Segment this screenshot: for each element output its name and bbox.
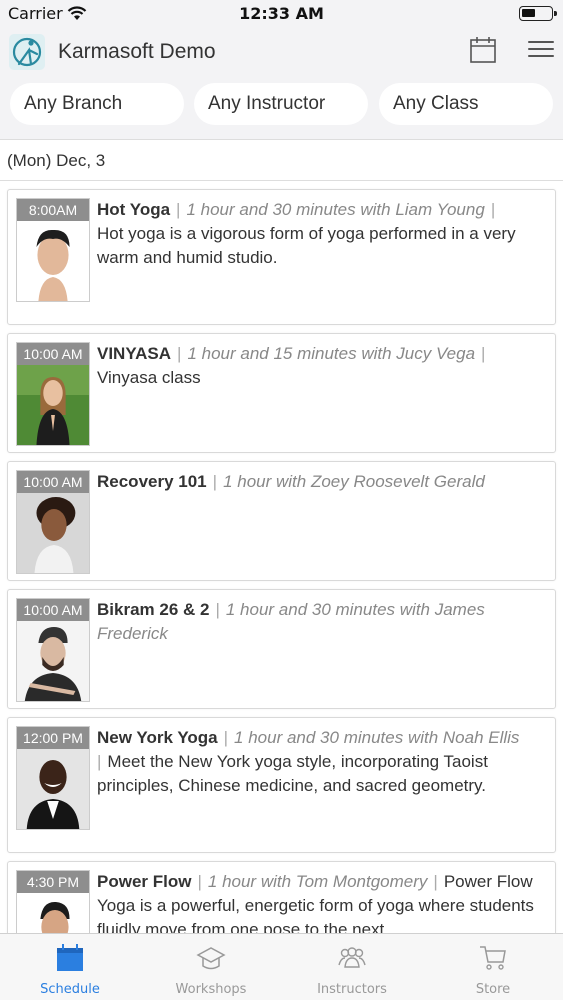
class-details: Bikram 26 & 2 | 1 hour and 30 minutes with… — [97, 600, 485, 643]
class-card[interactable]: 4:30 PM Power Flow | 1 hour with Tom Montg… — [7, 861, 556, 933]
tab-bar: Schedule Workshops Instructors Store — [0, 933, 563, 1000]
class-meta: 1 hour with Zoey Roosevelt Gerald — [223, 472, 485, 491]
branch-filter[interactable]: Any Branch — [10, 83, 184, 125]
class-description: Vinyasa class — [97, 368, 201, 387]
class-time: 10:00 AM — [17, 343, 89, 365]
class-card[interactable]: 10:00 AM VINYASA | 1 hour and 15 minutes w… — [7, 333, 556, 453]
graduation-cap-icon — [196, 947, 226, 970]
class-meta: 1 hour and 15 minutes with Jucy Vega — [187, 344, 476, 363]
class-name: Hot Yoga — [97, 200, 171, 219]
class-time: 12:00 PM — [17, 727, 89, 749]
filter-bar: Any Branch Any Instructor Any Class — [0, 80, 563, 132]
class-meta: 1 hour with Tom Montgomery — [207, 872, 428, 891]
people-icon — [338, 947, 366, 968]
class-details: New York Yoga | 1 hour and 30 minutes with… — [97, 728, 520, 795]
date-label: (Mon) Dec, 3 — [7, 151, 106, 170]
app-bar: Karmasoft Demo — [0, 30, 563, 74]
class-time: 10:00 AM — [17, 471, 89, 493]
class-name: New York Yoga — [97, 728, 218, 747]
class-time: 4:30 PM — [17, 871, 89, 893]
instructor-photo: 8:00AM — [16, 198, 90, 302]
class-card[interactable]: 12:00 PM New York Yoga | 1 hour and 30 min… — [7, 717, 556, 853]
status-bar: Carrier 12:33 AM — [0, 0, 563, 30]
hamburger-icon — [528, 41, 554, 43]
tab-workshops[interactable]: Workshops — [141, 934, 281, 1000]
tab-schedule[interactable]: Schedule — [0, 934, 140, 1000]
instructor-filter[interactable]: Any Instructor — [194, 83, 368, 125]
instructor-photo: 4:30 PM — [16, 870, 90, 933]
class-description: Meet the New York yoga style, incorporat… — [97, 752, 488, 795]
instructor-photo: 10:00 AM — [16, 470, 90, 574]
instructor-photo: 10:00 AM — [16, 342, 90, 446]
class-meta: 1 hour and 30 minutes with Noah Ellis — [234, 728, 520, 747]
clock: 12:33 AM — [239, 4, 324, 23]
menu-button[interactable] — [528, 41, 554, 61]
instructor-photo: 12:00 PM — [16, 726, 90, 830]
date-header: (Mon) Dec, 3 — [0, 139, 563, 181]
calendar-button[interactable] — [470, 36, 496, 64]
tab-store[interactable]: Store — [423, 934, 563, 1000]
tab-label: Workshops — [175, 982, 247, 997]
class-name: Bikram 26 & 2 — [97, 600, 210, 619]
class-description: Hot yoga is a vigorous form of yoga perf… — [97, 224, 516, 267]
class-details: Power Flow | 1 hour with Tom Montgomery | Po… — [97, 870, 547, 933]
class-time: 10:00 AM — [17, 599, 89, 621]
class-list[interactable]: 8:00AM Hot Yoga | 1 hour and 30 minutes wi… — [0, 181, 563, 933]
app-title: Karmasoft Demo — [58, 40, 216, 63]
class-name: Recovery 101 — [97, 472, 207, 491]
class-filter[interactable]: Any Class — [379, 83, 553, 125]
class-details: Recovery 101 | 1 hour with Zoey Roosevelt … — [97, 472, 485, 491]
tab-label: Store — [475, 982, 511, 997]
class-meta: 1 hour and 30 minutes with Liam Young — [186, 200, 485, 219]
class-details: VINYASA | 1 hour and 15 minutes with Jucy … — [97, 344, 486, 387]
tab-label: Instructors — [317, 982, 387, 997]
class-card[interactable]: 10:00 AM Recovery 101 | 1 hour with Zoey R… — [7, 461, 556, 581]
class-time: 8:00AM — [17, 199, 89, 221]
calendar-icon — [57, 944, 83, 971]
class-card[interactable]: 10:00 AM Bikram 26 & 2 | 1 hour and 30 min… — [7, 589, 556, 709]
tab-label: Schedule — [40, 982, 100, 997]
class-name: Power Flow — [97, 872, 192, 891]
battery-icon — [519, 6, 557, 21]
class-card[interactable]: 8:00AM Hot Yoga | 1 hour and 30 minutes wi… — [7, 189, 556, 325]
class-name: VINYASA — [97, 344, 172, 363]
tab-instructors[interactable]: Instructors — [282, 934, 422, 1000]
class-details: Hot Yoga | 1 hour and 30 minutes with Liam… — [97, 200, 516, 267]
instructor-photo: 10:00 AM — [16, 598, 90, 702]
app-logo — [9, 34, 45, 70]
calendar-icon — [470, 37, 496, 63]
cart-icon — [480, 946, 506, 970]
